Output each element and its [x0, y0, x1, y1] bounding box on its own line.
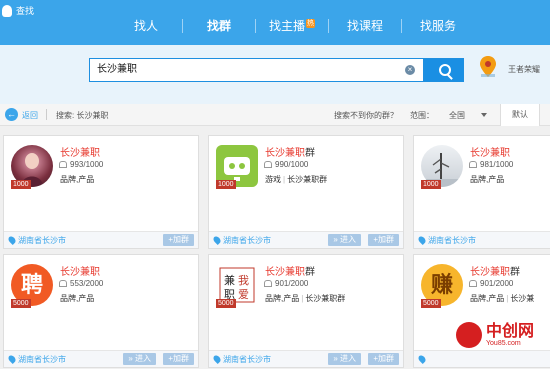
range-select[interactable]: 全国	[449, 110, 465, 121]
location-pin-icon	[7, 235, 17, 245]
location-pin-icon	[417, 235, 427, 245]
group-card[interactable]: 1000 长沙兼职群 990/1000 游戏 | 长沙兼职群 湖南省长沙市 » 进入…	[208, 135, 404, 249]
card-footer: 湖南省长沙市 » 进入 +加群	[209, 350, 403, 367]
back-link[interactable]: 返回	[22, 110, 38, 121]
card-footer: 湖南省长沙市 +加群	[4, 231, 198, 248]
svg-text:爱: 爱	[238, 288, 249, 301]
watermark-logo-icon	[456, 322, 482, 348]
card-footer: 湖南省长沙市 » 进入 +加群	[209, 231, 403, 248]
group-name[interactable]: 长沙兼职群	[265, 144, 315, 159]
location-text: 湖南省长沙市	[223, 355, 271, 364]
member-limit-badge: 1000	[11, 180, 31, 189]
join-group-button[interactable]: +加群	[368, 234, 399, 246]
group-tags: 品牌,产品 | 长沙兼职群	[265, 294, 346, 303]
group-name[interactable]: 长沙兼职群	[265, 263, 315, 278]
location-text: 湖南省长沙市	[428, 236, 476, 245]
tab-find-services[interactable]: 找服务	[402, 14, 474, 38]
people-icon	[264, 161, 272, 168]
location-pin-icon	[212, 235, 222, 245]
app-logo-icon	[2, 4, 12, 17]
group-card[interactable]: 赚 5000 长沙兼职群 901/2000 品牌,产品 | 长沙兼	[413, 254, 550, 368]
group-tags: 品牌,产品	[60, 294, 95, 303]
enter-group-button[interactable]: » 进入	[328, 353, 361, 365]
chevron-down-icon[interactable]	[481, 113, 487, 117]
people-icon	[59, 280, 67, 287]
location-pin-icon	[212, 354, 222, 364]
watermark-text: 中创网	[486, 322, 535, 340]
group-name[interactable]: 长沙兼职	[60, 144, 100, 159]
group-tags: 品牌,产品 | 长沙兼	[470, 294, 535, 303]
group-tags: 游戏 | 长沙兼职群	[265, 175, 328, 184]
member-limit-badge: 1000	[216, 180, 236, 189]
member-count: 981/1000	[469, 160, 513, 169]
location-text: 湖南省长沙市	[223, 236, 271, 245]
hot-badge: 热	[306, 19, 315, 28]
enter-group-button[interactable]: » 进入	[328, 234, 361, 246]
tab-find-people[interactable]: 找人	[110, 14, 182, 38]
clear-icon[interactable]: ×	[405, 65, 415, 75]
join-group-button[interactable]: +加群	[163, 353, 194, 365]
member-count: 901/2000	[264, 279, 308, 288]
group-name[interactable]: 长沙兼职	[470, 144, 510, 159]
people-icon	[469, 161, 477, 168]
back-arrow-icon[interactable]: ←	[5, 108, 18, 121]
window-title: 查找	[2, 4, 34, 17]
top-header: 查找 找人 找群 找主播热 找课程 找服务 长沙兼职 × 王者荣耀	[0, 0, 550, 104]
location-text: 湖南省长沙市	[18, 236, 66, 245]
search-button[interactable]	[424, 58, 464, 82]
card-footer: 湖南省长沙市	[414, 231, 550, 248]
group-tags: 品牌,产品	[470, 175, 505, 184]
location-map-icon[interactable]	[478, 55, 498, 79]
sort-default-button[interactable]: 默认	[500, 104, 540, 126]
member-limit-badge: 5000	[216, 299, 236, 308]
card-footer: 湖南省长沙市 » 进入 +加群	[4, 350, 198, 367]
member-count: 993/1000	[59, 160, 103, 169]
location-pin-icon	[417, 354, 427, 364]
svg-text:兼: 兼	[224, 274, 235, 287]
card-footer	[414, 350, 550, 367]
group-name[interactable]: 长沙兼职群	[470, 263, 520, 278]
join-group-button[interactable]: +加群	[163, 234, 194, 246]
tab-find-groups[interactable]: 找群	[183, 14, 255, 62]
group-tags: 品牌,产品	[60, 175, 95, 184]
join-group-button[interactable]: +加群	[368, 353, 399, 365]
not-found-link[interactable]: 搜索不到你的群？	[334, 110, 398, 121]
search-area: 长沙兼职 × 王者荣耀	[0, 45, 550, 104]
group-name[interactable]: 长沙兼职	[60, 263, 100, 278]
group-card[interactable]: 兼 我 职 爱 5000 长沙兼职群 901/2000 品牌,产品 | 长沙兼职群 …	[208, 254, 404, 368]
member-count: 901/2000	[469, 279, 513, 288]
location-pin-icon	[7, 354, 17, 364]
group-card[interactable]: 1000 长沙兼职 993/1000 品牌,产品 湖南省长沙市 +加群	[3, 135, 199, 249]
enter-group-button[interactable]: » 进入	[123, 353, 156, 365]
member-count: 553/2000	[59, 279, 103, 288]
divider	[46, 109, 47, 120]
svg-text:我: 我	[238, 274, 249, 287]
group-card[interactable]: 1000 长沙兼职 981/1000 品牌,产品 湖南省长沙市	[413, 135, 550, 249]
watermark-url: You85.com	[486, 339, 521, 347]
watermark: 中创网 You85.com	[456, 322, 534, 348]
group-card[interactable]: 聘 5000 长沙兼职 553/2000 品牌,产品 湖南省长沙市 » 进入 +…	[3, 254, 199, 368]
main-nav: 找人 找群 找主播热 找课程 找服务	[110, 14, 474, 62]
range-label: 范围：	[410, 111, 434, 120]
member-limit-badge: 5000	[11, 299, 31, 308]
search-input[interactable]: 长沙兼职 ×	[89, 58, 424, 82]
people-icon	[264, 280, 272, 287]
search-summary: 搜索: 长沙兼职	[56, 111, 109, 120]
tab-find-streamers[interactable]: 找主播热	[256, 14, 328, 38]
people-icon	[59, 161, 67, 168]
member-limit-badge: 1000	[421, 180, 441, 189]
member-limit-badge: 5000	[421, 299, 441, 308]
member-count: 990/1000	[264, 160, 308, 169]
tab-find-courses[interactable]: 找课程	[329, 14, 401, 38]
people-icon	[469, 280, 477, 287]
user-name[interactable]: 王者荣耀	[508, 64, 540, 75]
filter-bar: ← 返回 搜索: 长沙兼职 搜索不到你的群？ 范围： 全国 默认	[0, 104, 550, 126]
location-text: 湖南省长沙市	[18, 355, 66, 364]
